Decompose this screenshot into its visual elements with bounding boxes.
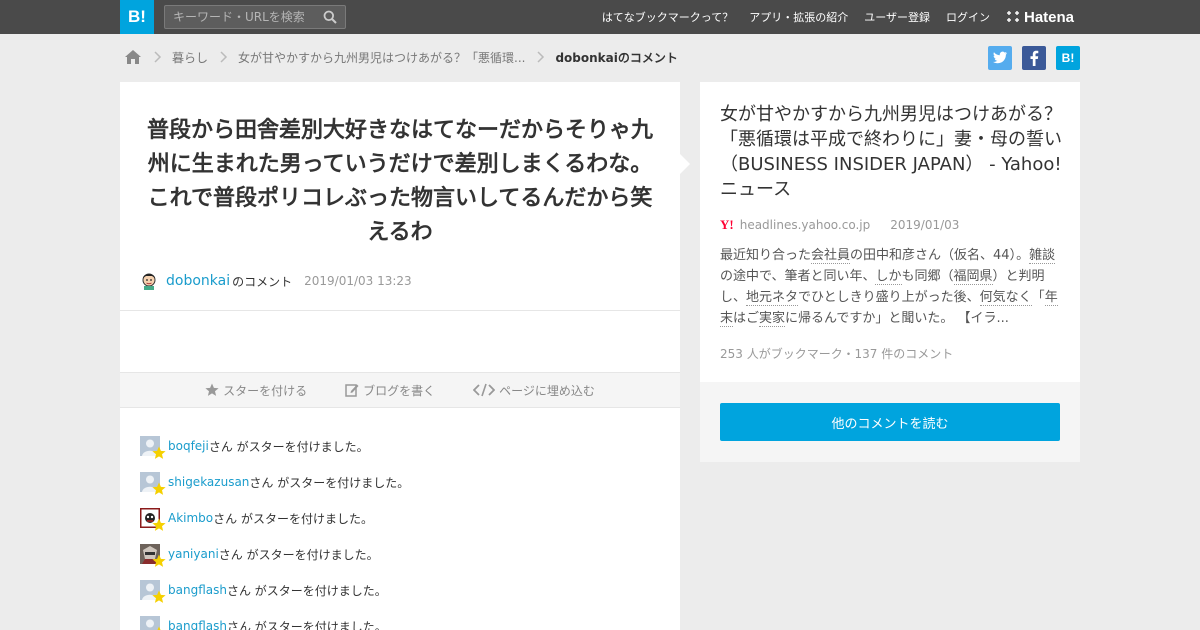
comment-meta: dobonkai のコメント 2019/01/03 13:23 <box>140 270 412 292</box>
yahoo-logo-icon: Y! <box>720 217 734 232</box>
twitter-share-button[interactable] <box>988 46 1012 70</box>
card-pointer <box>680 154 690 174</box>
star-text: さん がスターを付けました。 <box>208 439 369 454</box>
top-navigation-bar: B! はてなブックマークって？ アプリ・拡張の紹介 ユーザー登録 ログイン Ha… <box>0 0 1200 34</box>
comment-username[interactable]: dobonkai <box>166 273 230 289</box>
embed-button[interactable]: ページに埋め込む <box>473 382 595 399</box>
chevron-right-icon <box>220 51 228 63</box>
write-blog-button[interactable]: ブログを書く <box>345 382 435 399</box>
keyword-link[interactable]: 福岡県 <box>953 269 993 285</box>
star-entry: boqfeji さん がスターを付けました。 <box>140 428 660 464</box>
nav-register[interactable]: ユーザー登録 <box>864 9 930 25</box>
star-user-link[interactable]: bangflash <box>168 583 227 597</box>
star-icon <box>152 590 166 603</box>
hatena-bookmark-logo[interactable]: B! <box>120 0 154 34</box>
comment-date[interactable]: 2019/01/03 13:23 <box>304 274 412 288</box>
breadcrumb-category[interactable]: 暮らし <box>172 49 208 66</box>
keyword-link[interactable]: 実家 <box>759 311 786 327</box>
star-text: さん がスターを付けました。 <box>226 619 387 630</box>
avatar[interactable] <box>138 506 166 531</box>
search-box <box>164 5 346 29</box>
star-entry: bangflash さん がスターを付けました。 <box>140 572 660 608</box>
avatar[interactable] <box>140 544 166 567</box>
breadcrumb: 暮らし 女が甘やかすから九州男児はつけあがる？「悪循環... dobonkaiの… <box>124 45 678 69</box>
hatena-brand-link[interactable]: Hatena <box>1006 7 1074 27</box>
star-icon <box>205 383 219 396</box>
star-text: さん がスターを付けました。 <box>213 511 373 526</box>
avatar[interactable] <box>140 580 166 603</box>
code-icon <box>473 383 496 397</box>
comment-suffix: のコメント <box>232 274 293 289</box>
hatena-brand-text: Hatena <box>1024 8 1075 26</box>
star-text: さん がスターを付けました。 <box>249 475 410 490</box>
search-input[interactable] <box>165 6 315 28</box>
star-text: さん がスターを付けました。 <box>218 547 379 562</box>
comment-card: 普段から田舎差別大好きなはてなーだからそりゃ九州に生まれた男っていうだけで差別し… <box>120 82 680 630</box>
avatar[interactable] <box>140 616 161 630</box>
write-blog-label: ブログを書く <box>363 383 436 398</box>
comment-body: 普段から田舎差別大好きなはてなーだからそりゃ九州に生まれた男っていうだけで差別し… <box>146 118 653 245</box>
home-icon[interactable] <box>124 49 142 65</box>
search-icon[interactable] <box>323 10 337 24</box>
star-list: boqfeji さん がスターを付けました。 shigekazusan さん が… <box>138 428 660 630</box>
facebook-f-icon <box>1030 50 1039 66</box>
keyword-link[interactable]: 何気なく <box>979 290 1032 306</box>
star-icon <box>152 482 166 495</box>
comment-actions: スターを付ける ブログを書く ページに埋め込む <box>120 372 680 408</box>
divider <box>120 310 680 311</box>
read-more-comments-button[interactable]: 他のコメントを読む <box>720 403 1060 441</box>
article-card: 女が甘やかすから九州男児はつけあがる？「悪循環は平成で終わりに」妻・母の誓い（B… <box>700 82 1080 462</box>
avatar[interactable] <box>140 436 166 459</box>
article-date: 2019/01/03 <box>890 218 960 232</box>
star-entry: yaniyani さん がスターを付けました。 <box>140 536 660 572</box>
twitter-bird-icon <box>993 51 1007 64</box>
add-star-label: スターを付ける <box>223 383 308 398</box>
add-star-button[interactable]: スターを付ける <box>205 382 307 399</box>
nav-apps[interactable]: アプリ・拡張の紹介 <box>749 9 848 25</box>
article-card-footer: 他のコメントを読む <box>700 382 1080 462</box>
star-user-link[interactable]: shigekazusan <box>168 475 249 489</box>
avatar[interactable] <box>140 472 166 495</box>
star-text: さん がスターを付けました。 <box>226 583 387 598</box>
star-entry: bangflash さん がスターを付けました。 <box>140 608 660 630</box>
breadcrumb-current: dobonkaiのコメント <box>555 50 678 65</box>
article-title-link[interactable]: 女が甘やかすから九州男児はつけあがる？「悪循環は平成で終わりに」妻・母の誓い（B… <box>720 102 1065 202</box>
facebook-share-button[interactable] <box>1022 46 1046 70</box>
bookmark-stats[interactable]: 253 人がブックマーク・137 件のコメント <box>720 345 953 362</box>
chevron-right-icon <box>154 51 162 63</box>
keyword-link[interactable]: 雑談 <box>1029 248 1056 264</box>
article-summary: 最近知り合った会社員の田中和彦さん（仮名、44）。雑談の途中で、筆者と同い年、し… <box>720 248 1058 327</box>
top-nav-links: はてなブックマークって？ アプリ・拡張の紹介 ユーザー登録 ログイン <box>602 0 990 34</box>
nav-about[interactable]: はてなブックマークって？ <box>602 9 733 25</box>
article-domain[interactable]: headlines.yahoo.co.jp <box>740 218 871 232</box>
star-icon <box>152 554 166 567</box>
star-entry: shigekazusan さん がスターを付けました。 <box>140 464 660 500</box>
hatena-mark-icon <box>1007 11 1019 22</box>
keyword-link[interactable]: 会社員 <box>811 248 851 264</box>
nav-login[interactable]: ログイン <box>946 9 990 25</box>
star-icon <box>152 446 166 459</box>
star-user-link[interactable]: yaniyani <box>168 547 219 561</box>
keyword-link[interactable]: 地元ネタ <box>746 290 799 306</box>
star-entry: Akimbo さん がスターを付けました。 <box>138 500 660 536</box>
edit-icon <box>345 384 359 397</box>
keyword-link[interactable]: しか <box>875 269 902 285</box>
star-icon <box>152 518 166 531</box>
star-user-link[interactable]: boqfeji <box>168 439 209 453</box>
star-user-link[interactable]: Akimbo <box>168 511 213 525</box>
breadcrumb-entry[interactable]: 女が甘やかすから九州男児はつけあがる？「悪循環... <box>238 49 525 66</box>
chevron-right-icon <box>537 51 545 63</box>
article-source: Y! headlines.yahoo.co.jp 2019/01/03 <box>720 216 959 234</box>
embed-label: ページに埋め込む <box>499 383 595 398</box>
avatar[interactable] <box>140 272 158 290</box>
star-icon <box>157 626 161 630</box>
star-user-link[interactable]: bangflash <box>168 619 227 630</box>
hatena-share-button[interactable]: B! <box>1056 46 1080 70</box>
